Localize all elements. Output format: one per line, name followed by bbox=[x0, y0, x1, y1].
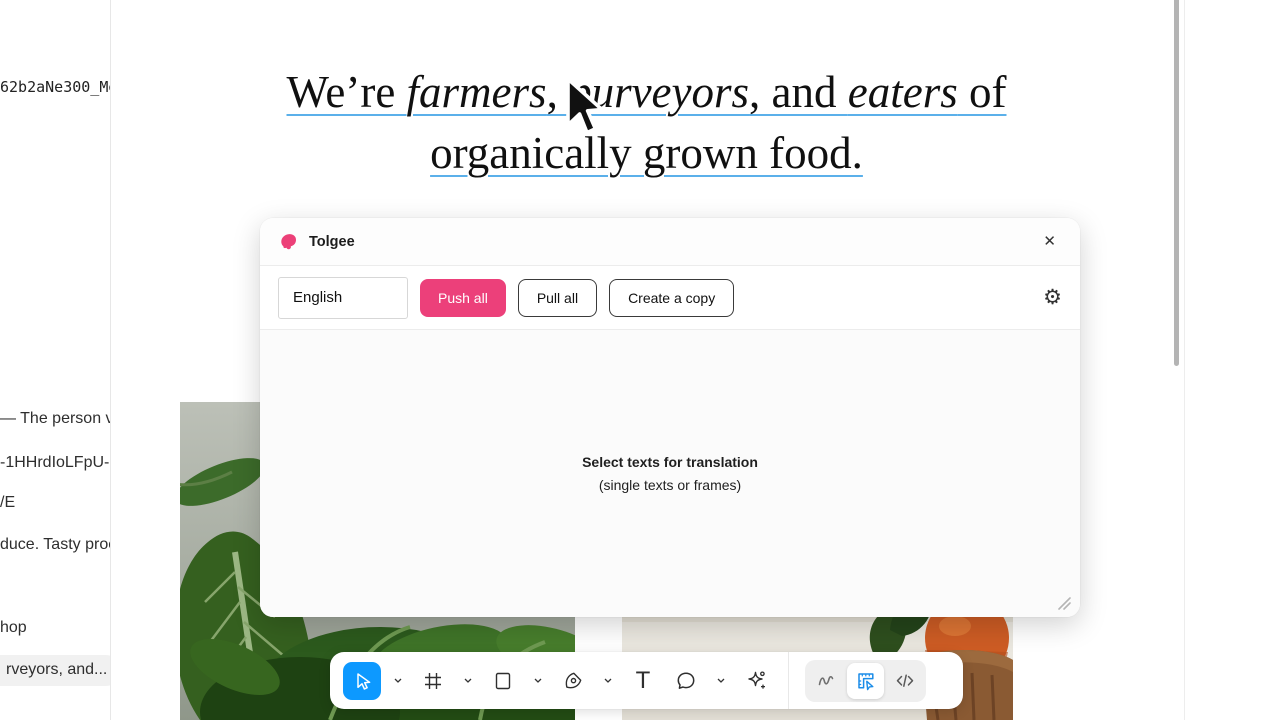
rectangle-tool-button[interactable] bbox=[485, 662, 521, 700]
tolgee-logo-icon bbox=[280, 233, 298, 251]
hero-headline[interactable]: We’re farmers, purveyors, and eaters of … bbox=[110, 62, 1183, 184]
move-tool-button[interactable] bbox=[343, 662, 381, 700]
measure-ruler-icon bbox=[856, 671, 876, 691]
frame-icon bbox=[423, 671, 443, 691]
chevron-down-icon bbox=[604, 678, 612, 683]
draw-annotate-button[interactable] bbox=[808, 663, 845, 699]
canvas-text-person[interactable]: — The person v bbox=[0, 410, 111, 428]
headline-line-2: organically grown food. bbox=[110, 123, 1183, 184]
tolgee-plugin-dialog: Tolgee ✕ English Push all Pull all Creat… bbox=[260, 218, 1080, 617]
headline-line-1: We’re farmers, purveyors, and eaters of bbox=[110, 62, 1183, 123]
gear-icon[interactable]: ⚙ bbox=[1043, 287, 1062, 308]
rectangle-icon bbox=[493, 671, 513, 691]
comment-tool-button[interactable] bbox=[668, 662, 704, 700]
text-tool-icon: T bbox=[636, 669, 651, 693]
headline-part: , and bbox=[749, 67, 848, 117]
empty-state-line1: Select texts for translation bbox=[260, 454, 1080, 470]
pen-icon bbox=[563, 671, 583, 691]
move-tool-chevron[interactable] bbox=[388, 662, 408, 700]
language-select[interactable]: English bbox=[278, 277, 408, 319]
headline-part-italic: farmers bbox=[407, 67, 547, 117]
headline-part: of bbox=[958, 67, 1007, 117]
mouse-cursor bbox=[556, 76, 608, 147]
dialog-title: Tolgee bbox=[309, 234, 355, 250]
code-icon bbox=[895, 671, 915, 691]
headline-part-italic: eaters bbox=[848, 67, 958, 117]
headline-part: We’re bbox=[287, 67, 407, 117]
canvas-text-produce[interactable]: duce. Tasty proc bbox=[0, 536, 111, 554]
chevron-down-icon bbox=[717, 678, 725, 683]
canvas-text-shop[interactable]: hop bbox=[0, 619, 27, 637]
chevron-down-icon bbox=[464, 678, 472, 683]
actions-tool-button[interactable] bbox=[738, 662, 774, 700]
pen-tool-chevron[interactable] bbox=[598, 662, 618, 700]
left-canvas-texts: 62b2aNe300_Me — The person v -1HHrdIoLFp… bbox=[0, 0, 111, 720]
empty-state-line2: (single texts or frames) bbox=[260, 477, 1080, 493]
canvas-text-id[interactable]: 62b2aNe300_Me bbox=[0, 78, 111, 96]
pull-all-button[interactable]: Pull all bbox=[518, 279, 597, 317]
dev-mode-group bbox=[805, 660, 926, 702]
cursor-arrow-icon bbox=[556, 76, 608, 142]
canvas-text-purveyors-highlighted[interactable]: rveyors, and... bbox=[0, 655, 111, 686]
canvas-text-hash[interactable]: -1HHrdIoLFpU-u bbox=[0, 454, 111, 472]
canvas-frame-left-edge bbox=[110, 0, 111, 720]
move-cursor-icon bbox=[352, 671, 372, 691]
sparkle-actions-icon bbox=[746, 670, 767, 691]
canvas-frame-right-edge bbox=[1184, 0, 1185, 720]
measure-inspect-button[interactable] bbox=[847, 663, 884, 699]
chevron-down-icon bbox=[534, 678, 542, 683]
empty-state-message: Select texts for translation (single tex… bbox=[260, 454, 1080, 493]
scribble-icon bbox=[817, 671, 836, 690]
canvas-text-ve[interactable]: /E bbox=[0, 494, 15, 512]
close-icon[interactable]: ✕ bbox=[1039, 230, 1060, 253]
design-toolbar: T bbox=[330, 652, 963, 709]
dialog-action-row: English Push all Pull all Create a copy … bbox=[260, 266, 1080, 330]
comment-tool-chevron[interactable] bbox=[711, 662, 731, 700]
toolbar-divider bbox=[788, 652, 789, 709]
comment-bubble-icon bbox=[676, 671, 696, 691]
dialog-body: Select texts for translation (single tex… bbox=[260, 330, 1080, 617]
vertical-scrollbar-thumb[interactable] bbox=[1174, 0, 1179, 366]
code-view-button[interactable] bbox=[886, 663, 923, 699]
chevron-down-icon bbox=[394, 678, 402, 683]
frame-tool-button[interactable] bbox=[415, 662, 451, 700]
create-copy-button[interactable]: Create a copy bbox=[609, 279, 734, 317]
dialog-header[interactable]: Tolgee ✕ bbox=[260, 218, 1080, 266]
rectangle-tool-chevron[interactable] bbox=[528, 662, 548, 700]
pen-tool-button[interactable] bbox=[555, 662, 591, 700]
text-tool-button[interactable]: T bbox=[625, 662, 661, 700]
resize-handle-icon[interactable] bbox=[1058, 597, 1071, 610]
frame-tool-chevron[interactable] bbox=[458, 662, 478, 700]
push-all-button[interactable]: Push all bbox=[420, 279, 506, 317]
